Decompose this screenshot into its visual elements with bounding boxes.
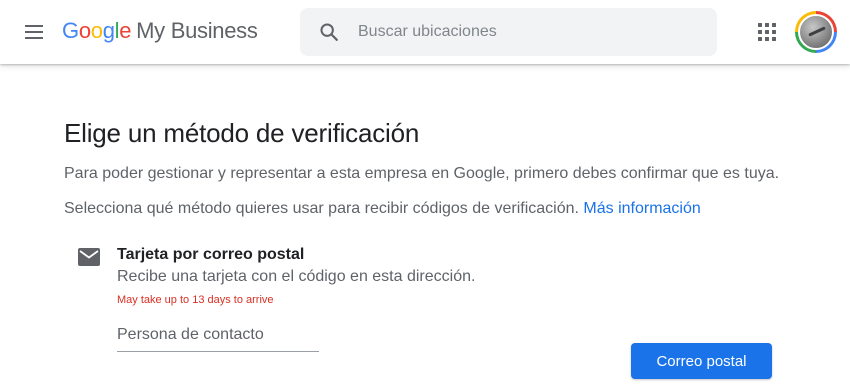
more-info-link[interactable]: Más información xyxy=(583,200,700,217)
option-title: Tarjeta por correo postal xyxy=(117,246,305,263)
search-icon[interactable] xyxy=(318,21,340,43)
mail-icon xyxy=(78,248,100,266)
postal-mail-button[interactable]: Correo postal xyxy=(631,343,772,379)
logo-letter: o xyxy=(78,18,91,43)
contact-person-field[interactable] xyxy=(117,322,319,352)
product-name: My Business xyxy=(136,18,258,43)
google-wordmark: Google xyxy=(62,18,131,44)
logo-letter: e xyxy=(119,18,132,43)
verification-page: Elige un método de verificación Para pod… xyxy=(0,64,850,387)
google-my-business-logo[interactable]: Google My Business xyxy=(62,18,258,48)
logo-letter: g xyxy=(102,18,115,43)
apps-grid-icon[interactable] xyxy=(754,19,780,45)
search-input[interactable] xyxy=(358,8,698,56)
delivery-warning: May take up to 13 days to arrive xyxy=(117,294,274,306)
account-avatar-button[interactable] xyxy=(795,11,837,53)
option-description: Recibe una tarjeta con el código en esta… xyxy=(117,268,476,285)
top-app-bar: Google My Business xyxy=(0,0,850,64)
instruction-label: Selecciona qué método quieres usar para … xyxy=(64,200,579,217)
hamburger-menu-icon[interactable] xyxy=(18,16,50,48)
instruction-text: Selecciona qué método quieres usar para … xyxy=(64,200,701,218)
logo-letter: o xyxy=(90,18,103,43)
logo-letter: G xyxy=(62,18,79,43)
page-description: Para poder gestionar y representar a est… xyxy=(64,165,780,182)
avatar xyxy=(798,14,834,50)
page-title: Elige un método de verificación xyxy=(64,118,420,148)
search-bar[interactable] xyxy=(300,8,717,56)
